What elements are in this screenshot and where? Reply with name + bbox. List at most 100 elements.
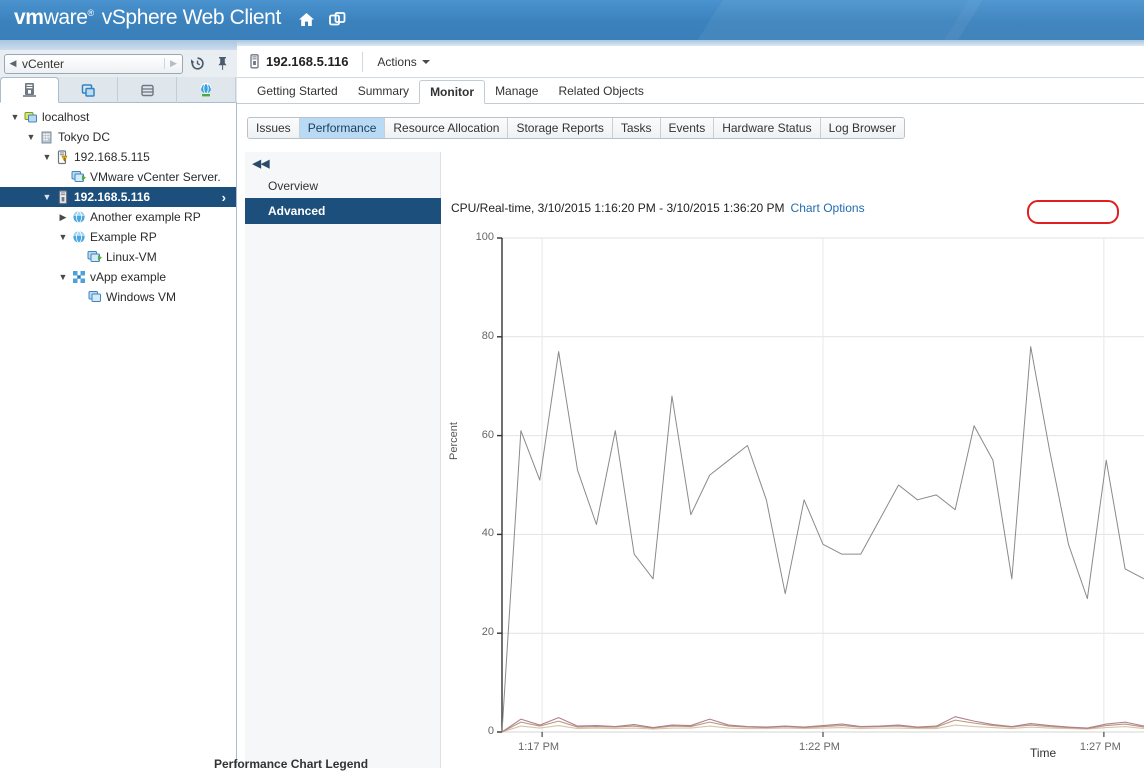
sidebar-item-networking[interactable]	[177, 77, 236, 103]
app-header: vmware® vSphere Web Client	[0, 0, 1144, 40]
tree-item-label: 192.168.5.116	[74, 190, 151, 204]
tab-manage[interactable]: Manage	[485, 79, 548, 103]
tree-item-example-rp[interactable]: ▼ Example RP	[0, 227, 236, 247]
tree-item-windows-vm[interactable]: Windows VM	[0, 287, 236, 307]
forward-arrow-icon[interactable]: ▶	[164, 58, 182, 69]
subtab-storage-reports[interactable]: Storage Reports	[508, 118, 613, 138]
tab-label: Related Objects	[558, 84, 644, 98]
logo-ware: ware	[43, 6, 88, 29]
tree-item-label: 192.168.5.115	[74, 150, 150, 164]
tab-getting-started[interactable]: Getting Started	[247, 79, 348, 103]
collapse-arrow-icon[interactable]: ▼	[40, 152, 54, 162]
host-icon	[54, 189, 71, 205]
host-cluster-icon	[23, 83, 36, 97]
subtab-hardware-status[interactable]: Hardware Status	[714, 118, 821, 138]
perf-nav-overview[interactable]: Overview	[245, 173, 441, 199]
collapse-arrow-icon[interactable]: ▼	[8, 112, 22, 122]
subtab-tasks[interactable]: Tasks	[612, 118, 661, 138]
tab-label: Monitor	[430, 85, 475, 99]
inventory-tab-bar	[0, 77, 237, 103]
subtab-performance[interactable]: Performance	[299, 118, 386, 138]
back-arrow-icon[interactable]: ◀	[5, 58, 21, 69]
tree-item-label: Linux-VM	[106, 250, 157, 264]
perf-nav-overview-label: Overview	[268, 179, 319, 193]
collapse-arrow-icon[interactable]: ▼	[56, 272, 70, 282]
collapse-arrow-icon[interactable]: ▼	[40, 192, 54, 202]
collapse-left-icon[interactable]: ◀◀	[251, 154, 271, 172]
logo-vm: vm	[14, 6, 44, 29]
tree-item-tokyo-dc[interactable]: ▼ Tokyo DC	[0, 127, 236, 147]
tab-monitor[interactable]: Monitor	[419, 80, 486, 104]
chart-options-link[interactable]: Chart Options	[791, 201, 865, 215]
subtab-resource-allocation[interactable]: Resource Allocation	[385, 118, 509, 138]
tree-item-linux-vm[interactable]: Linux-VM	[0, 247, 236, 267]
annotation-highlight	[1027, 200, 1119, 224]
chevron-down-icon	[421, 59, 430, 64]
vapp-icon	[70, 270, 87, 285]
tab-summary[interactable]: Summary	[348, 79, 419, 103]
chart-y-tick-label: 100	[475, 231, 494, 243]
chart-y-tick-label: 40	[481, 527, 494, 540]
tree-item-vmware-vcenter-server[interactable]: VMware vCenter Server.	[0, 167, 236, 187]
tree-item-label: Windows VM	[106, 290, 177, 304]
chart-y-tick-label: 0	[487, 725, 494, 737]
subtab-events[interactable]: Events	[660, 118, 715, 138]
tab-label: Manage	[495, 84, 539, 98]
sidebar-item-storage[interactable]	[118, 77, 177, 103]
sidebar-item-hosts-and-clusters[interactable]	[0, 77, 59, 103]
chart-x-tick-label: 1:27 PM	[1079, 741, 1121, 753]
sidebar-nav-bar: ◀ vCenter ▶	[0, 50, 237, 77]
perf-nav-advanced[interactable]: Advanced	[245, 198, 441, 224]
subtab-label: Storage Reports	[516, 121, 604, 135]
tree-item-label: Example RP	[90, 230, 157, 244]
vm-template-icon	[81, 83, 95, 97]
sidebar-item-vms-and-templates[interactable]	[59, 77, 118, 103]
tree-item-label: vApp example	[90, 270, 167, 284]
chart-y-axis-label: Percent	[448, 422, 460, 460]
chart-x-tick-label: 1:22 PM	[799, 741, 840, 753]
actions-label: Actions	[377, 54, 417, 69]
new-window-icon[interactable]	[326, 8, 348, 30]
chart-x-axis-label: Time	[1030, 746, 1057, 760]
subtab-log-browser[interactable]: Log Browser	[820, 118, 904, 138]
pin-icon[interactable]	[211, 54, 233, 74]
tree-item-192-168-5-116[interactable]: ▼ 192.168.5.116 ›	[0, 187, 236, 207]
tree-item-vapp-example[interactable]: ▼ vApp example	[0, 267, 236, 287]
subtab-label: Log Browser	[828, 121, 896, 135]
home-icon[interactable]	[295, 8, 317, 30]
perf-nav-advanced-label: Advanced	[268, 204, 326, 218]
chart-canvas	[497, 237, 1144, 737]
product-name: vSphere Web Client	[101, 6, 282, 29]
chart-y-tick-label: 80	[481, 329, 494, 342]
subtab-label: Performance	[307, 121, 377, 135]
subtab-issues[interactable]: Issues	[248, 118, 300, 138]
expand-arrow-icon[interactable]: ▶	[56, 212, 70, 223]
sidebar-top-band	[0, 40, 237, 50]
performance-chart-area: CPU/Real-time, 3/10/2015 1:16:20 PM - 3/…	[442, 152, 1144, 768]
inventory-tree: ▼ localhost ▼ Tokyo DC ▼ 192.168.5.115 VMware …	[0, 104, 236, 768]
tab-related-objects[interactable]: Related Objects	[548, 79, 653, 103]
subtab-label: Tasks	[620, 121, 652, 135]
tree-item-label: Another example RP	[90, 210, 201, 224]
tree-item-another-example-rp[interactable]: ▶ Another example RP	[0, 207, 236, 227]
collapse-arrow-icon[interactable]: ▼	[56, 232, 70, 242]
chart-title: CPU/Real-time, 3/10/2015 1:16:20 PM - 3/…	[451, 201, 785, 215]
tree-item-192-168-5-115[interactable]: ▼ 192.168.5.115	[0, 147, 236, 167]
vcenter-icon	[22, 110, 39, 125]
tree-item-chevron-icon[interactable]: ›	[222, 190, 226, 205]
tree-item-localhost[interactable]: ▼ localhost	[0, 107, 236, 127]
network-icon	[200, 83, 212, 97]
collapse-arrow-icon[interactable]: ▼	[24, 132, 38, 142]
main-tab-bar: Getting Started Summary Monitor Manage Relat…	[237, 79, 1144, 104]
inventory-selector-label: vCenter	[22, 56, 65, 71]
actions-menu-button[interactable]: Actions	[377, 54, 430, 69]
tree-item-label: Tokyo DC	[58, 130, 111, 144]
inventory-selector[interactable]: ◀ vCenter ▶	[4, 53, 183, 74]
host-icon	[249, 54, 260, 69]
page-title: 192.168.5.116	[266, 51, 364, 72]
tab-label: Summary	[357, 84, 410, 98]
object-header: 192.168.5.116 Actions	[237, 46, 1144, 78]
datacenter-icon	[38, 130, 55, 145]
history-icon[interactable]	[186, 54, 208, 74]
subtab-label: Issues	[256, 121, 291, 135]
